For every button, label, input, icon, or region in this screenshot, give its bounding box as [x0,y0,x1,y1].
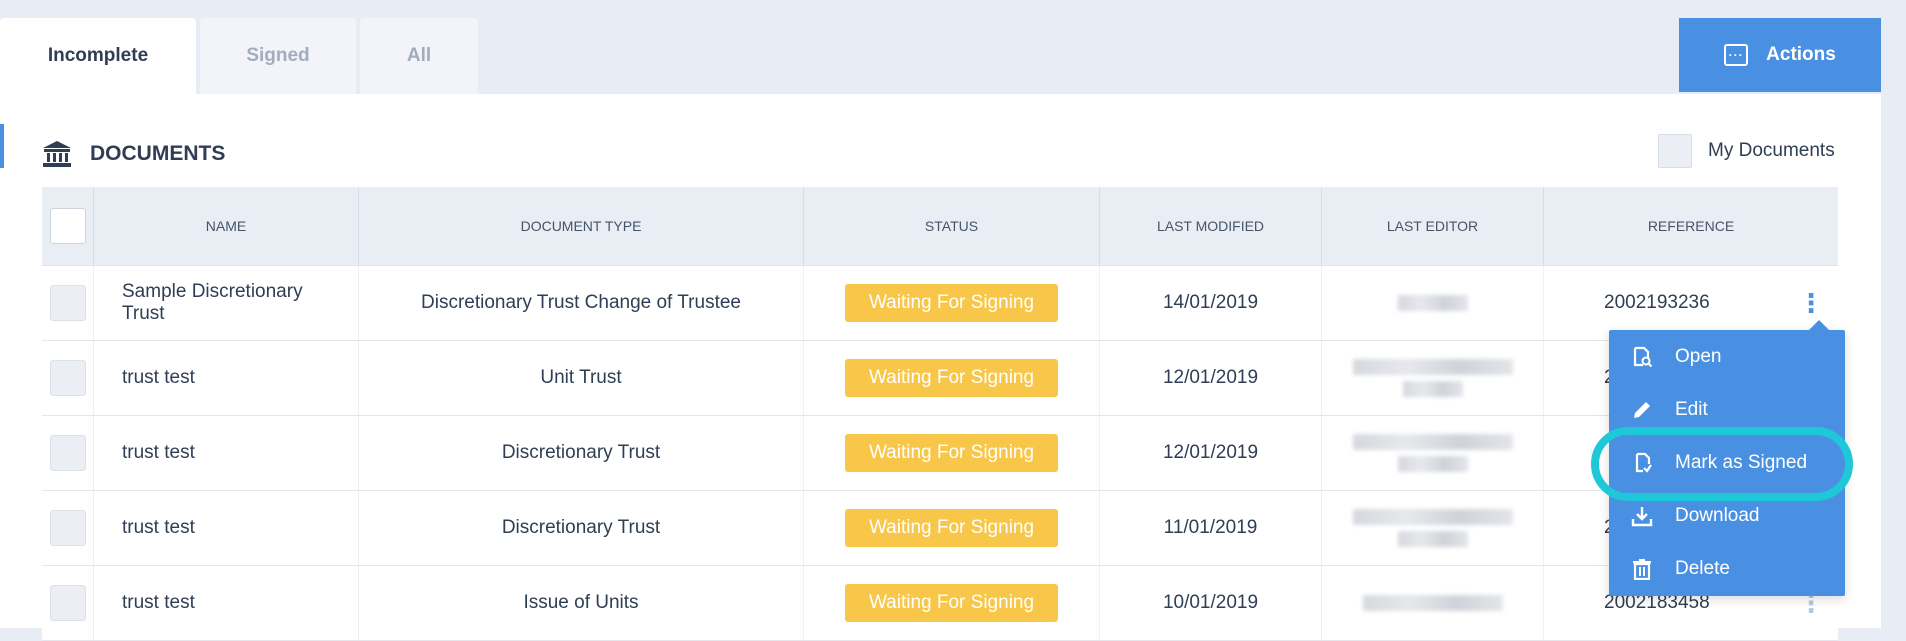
menu-item-label: Open [1675,345,1722,367]
column-status[interactable]: STATUS [804,187,1100,265]
row-select-cell [42,416,94,490]
more-horizontal-icon: ··· [1724,44,1749,66]
status-cell: Waiting For Signing [804,491,1100,565]
table-row[interactable]: trust test Unit Trust Waiting For Signin… [42,341,1838,416]
last-editor-redacted [1322,566,1544,640]
status-badge: Waiting For Signing [844,509,1059,547]
document-type: Issue of Units [359,566,804,640]
last-editor-redacted [1322,416,1544,490]
row-select-cell [42,491,94,565]
menu-item-label: Edit [1675,398,1708,420]
status-cell: Waiting For Signing [804,341,1100,415]
status-badge: Waiting For Signing [844,359,1059,397]
row-select-cell [42,566,94,640]
row-menu-icon[interactable]: ⋮ [1798,290,1824,316]
last-editor-redacted [1322,341,1544,415]
last-editor-redacted [1322,266,1544,340]
document-type: Discretionary Trust [359,416,804,490]
status-badge: Waiting For Signing [844,434,1059,472]
my-documents-checkbox[interactable] [1658,134,1692,168]
menu-item-edit[interactable]: Edit [1609,383,1845,436]
table-row[interactable]: trust test Discretionary Trust Waiting F… [42,416,1838,491]
column-reference[interactable]: REFERENCE [1544,187,1838,265]
table-row[interactable]: trust test Discretionary Trust Waiting F… [42,491,1838,566]
tab-incomplete[interactable]: Incomplete [0,18,196,94]
last-modified: 12/01/2019 [1100,341,1322,415]
row-checkbox[interactable] [49,285,86,321]
document-name: trust test [94,491,359,565]
trash-icon [1633,558,1651,580]
row-context-menu: Open Edit Mark as Signed Download Delete [1609,320,1845,596]
document-name: trust test [94,416,359,490]
column-document-type[interactable]: DOCUMENT TYPE [359,187,804,265]
documents-table: NAME DOCUMENT TYPE STATUS LAST MODIFIED … [42,187,1838,641]
last-modified: 14/01/2019 [1100,266,1322,340]
document-search-icon [1633,346,1653,367]
table-header: NAME DOCUMENT TYPE STATUS LAST MODIFIED … [42,187,1838,266]
last-modified: 12/01/2019 [1100,416,1322,490]
document-name: trust test [94,341,359,415]
menu-item-label: Mark as Signed [1675,451,1808,473]
table-row[interactable]: trust test Issue of Units Waiting For Si… [42,566,1838,641]
actions-button[interactable]: ··· Actions [1679,18,1881,92]
table-row[interactable]: Sample Discretionary Trust Discretionary… [42,266,1838,341]
actions-button-label: Actions [1766,44,1836,65]
document-check-icon [1635,452,1652,473]
menu-item-delete[interactable]: Delete [1609,542,1845,595]
document-type: Discretionary Trust Change of Trustee [359,266,804,340]
my-documents-label: My Documents [1708,140,1835,161]
row-checkbox[interactable] [49,360,86,396]
status-badge: Waiting For Signing [844,284,1059,322]
status-cell: Waiting For Signing [804,416,1100,490]
status-cell: Waiting For Signing [804,266,1100,340]
reference-number: 2002193236 [1604,292,1710,313]
menu-item-download[interactable]: Download [1609,489,1845,542]
section-header: DOCUMENTS [42,140,225,168]
column-last-modified[interactable]: LAST MODIFIED [1100,187,1322,265]
select-all-cell [42,187,94,265]
menu-item-mark-as-signed[interactable]: Mark as Signed [1609,436,1845,489]
row-select-cell [42,341,94,415]
menu-item-open[interactable]: Open [1609,330,1845,383]
section-title: DOCUMENTS [90,142,226,165]
column-last-editor[interactable]: LAST EDITOR [1322,187,1544,265]
menu-item-label: Download [1675,504,1760,526]
last-editor-redacted [1322,491,1544,565]
last-modified: 10/01/2019 [1100,566,1322,640]
my-documents-toggle[interactable]: My Documents [1658,134,1835,168]
reference-cell: 2002193236 ⋮ [1544,266,1838,340]
row-checkbox[interactable] [49,435,86,471]
download-icon [1631,506,1653,526]
document-type: Discretionary Trust [359,491,804,565]
select-all-checkbox[interactable] [49,208,86,244]
status-cell: Waiting For Signing [804,566,1100,640]
row-checkbox[interactable] [49,585,86,621]
document-type: Unit Trust [359,341,804,415]
tab-signed[interactable]: Signed [200,18,356,94]
last-modified: 11/01/2019 [1100,491,1322,565]
status-badge: Waiting For Signing [844,584,1059,622]
column-name[interactable]: NAME [94,187,359,265]
pencil-icon [1634,401,1650,418]
bank-icon [43,141,71,167]
row-checkbox[interactable] [49,510,86,546]
tab-all[interactable]: All [360,18,478,94]
document-name: trust test [94,566,359,640]
section-accent-bar [0,124,4,168]
row-select-cell [42,266,94,340]
menu-item-label: Delete [1675,557,1730,579]
document-name: Sample Discretionary Trust [94,266,359,340]
